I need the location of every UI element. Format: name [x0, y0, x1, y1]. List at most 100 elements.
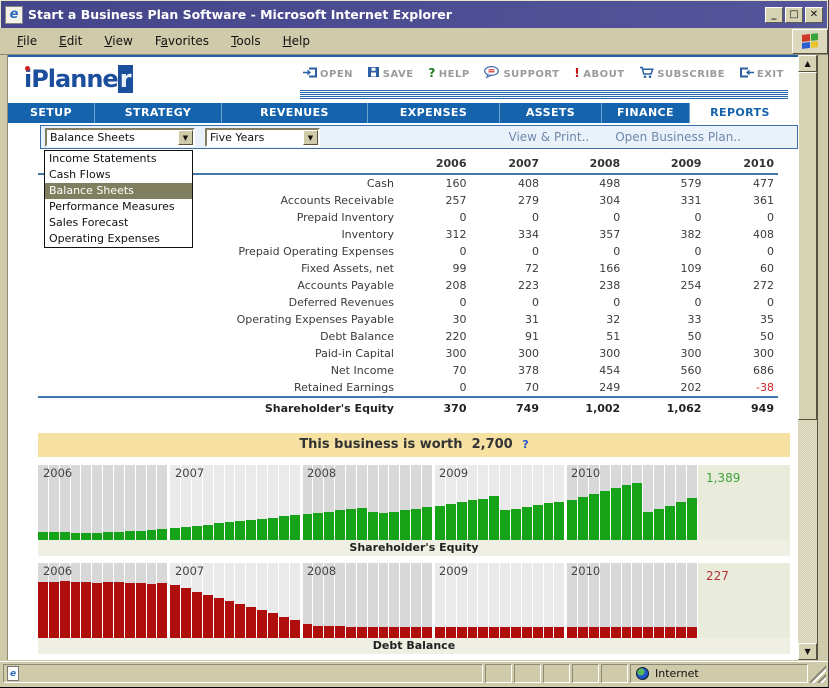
chart-bar-column — [214, 465, 225, 540]
row-value: 477 — [705, 174, 778, 192]
maximize-button[interactable]: □ — [785, 7, 803, 23]
menu-bar: FileEditViewFavoritesToolsHelp — [8, 31, 792, 51]
tab-strategy[interactable]: STRATEGY — [95, 103, 222, 123]
close-button[interactable]: ✕ — [805, 7, 823, 23]
chart-bar-column — [400, 563, 411, 638]
tab-finance[interactable]: FINANCE — [602, 103, 690, 123]
chevron-down-icon[interactable]: ▼ — [303, 130, 318, 145]
tab-reports[interactable]: REPORTS — [690, 103, 790, 123]
row-value: 30 — [398, 311, 471, 328]
row-value: 0 — [705, 294, 778, 311]
chart-bar-column — [622, 465, 633, 540]
row-value: 300 — [705, 345, 778, 362]
help-icon[interactable]: ? — [522, 438, 528, 451]
chart-bar-column — [379, 465, 390, 540]
row-value: 378 — [470, 362, 543, 379]
chart-bar-column — [235, 563, 246, 638]
tab-expenses[interactable]: EXPENSES — [368, 103, 500, 123]
row-label: Retained Earnings — [38, 379, 398, 397]
chart-bar-column — [665, 465, 676, 540]
row-value: 686 — [705, 362, 778, 379]
row-value: 0 — [470, 243, 543, 260]
chart-bar-column — [622, 563, 633, 638]
chart-bar-column — [335, 563, 346, 638]
about-button[interactable]: !ABOUT — [574, 66, 624, 82]
scrollbar-thumb[interactable] — [798, 72, 817, 420]
dropdown-option[interactable]: Balance Sheets — [45, 183, 192, 199]
row-value: -38 — [705, 379, 778, 397]
row-value: 312 — [398, 226, 471, 243]
row-value: 361 — [705, 192, 778, 209]
report-type-select[interactable]: Balance Sheets ▼ — [45, 128, 195, 147]
dropdown-option[interactable]: Income Statements — [45, 151, 192, 167]
menu-edit[interactable]: Edit — [50, 31, 91, 51]
chart-bar-column — [203, 465, 214, 540]
status-message-pane: e — [3, 664, 483, 683]
row-label: Paid-in Capital — [38, 345, 398, 362]
report-dropdown-list: Income StatementsCash FlowsBalance Sheet… — [44, 150, 193, 248]
dropdown-option[interactable]: Sales Forecast — [45, 215, 192, 231]
chart-bar-column — [400, 465, 411, 540]
chevron-down-icon[interactable]: ▼ — [178, 130, 193, 145]
row-value: 357 — [543, 226, 624, 243]
chart-bar-column — [147, 563, 158, 638]
table-row: Retained Earnings070249202-38 — [38, 379, 778, 397]
help-icon: ? — [428, 68, 435, 80]
scroll-up-icon[interactable]: ▲ — [798, 55, 817, 72]
row-value: 72 — [470, 260, 543, 277]
menu-file[interactable]: File — [8, 31, 46, 51]
view-print-link[interactable]: View & Print.. — [509, 130, 590, 144]
chart-bar-column — [522, 563, 533, 638]
window-frame-left — [0, 55, 8, 660]
chart-bar-column — [125, 563, 136, 638]
row-value: 0 — [398, 294, 471, 311]
chart-bar-column — [125, 465, 136, 540]
subscribe-button[interactable]: SUBSCRIBE — [639, 66, 725, 82]
support-button[interactable]: SUPPORT — [484, 66, 559, 82]
chart-bar-column — [511, 465, 522, 540]
row-value: 0 — [624, 243, 705, 260]
dropdown-option[interactable]: Cash Flows — [45, 167, 192, 183]
row-label: Deferred Revenues — [38, 294, 398, 311]
tab-assets[interactable]: ASSETS — [500, 103, 602, 123]
row-value: 0 — [624, 294, 705, 311]
equity-chart: 20062007200820092010 1,389 Shareholder's… — [38, 465, 790, 556]
row-value: 51 — [543, 328, 624, 345]
open-button[interactable]: OPEN — [303, 66, 353, 82]
tab-setup[interactable]: SETUP — [8, 103, 95, 123]
save-button[interactable]: SAVE — [368, 66, 414, 82]
total-value: 949 — [705, 397, 778, 417]
row-label: Accounts Payable — [38, 277, 398, 294]
internet-explorer-icon: e — [5, 6, 23, 24]
chart-bar-column — [654, 563, 665, 638]
dropdown-option[interactable]: Operating Expenses — [45, 231, 192, 247]
vertical-scrollbar[interactable]: ▲ ▼ — [798, 55, 817, 660]
open-business-plan-link[interactable]: Open Business Plan.. — [615, 130, 741, 144]
menu-help[interactable]: Help — [274, 31, 319, 51]
chart-bar-column — [665, 563, 676, 638]
menu-bar-row: FileEditViewFavoritesToolsHelp — [0, 28, 828, 55]
row-value: 99 — [398, 260, 471, 277]
row-value: 202 — [624, 379, 705, 397]
menu-favorites[interactable]: Favorites — [146, 31, 218, 51]
row-value: 50 — [624, 328, 705, 345]
chart-bar-column — [279, 563, 290, 638]
period-select[interactable]: Five Years ▼ — [205, 128, 320, 147]
status-pane — [514, 664, 541, 683]
chart-bar-column — [81, 465, 92, 540]
menu-view[interactable]: View — [95, 31, 141, 51]
minimize-button[interactable]: _ — [765, 7, 783, 23]
scroll-down-icon[interactable]: ▼ — [798, 643, 817, 660]
tab-bar: SETUPSTRATEGYREVENUESEXPENSESASSETSFINAN… — [8, 103, 790, 123]
dropdown-option[interactable]: Performance Measures — [45, 199, 192, 215]
menu-tools[interactable]: Tools — [222, 31, 270, 51]
help-button[interactable]: ?HELP — [428, 66, 469, 82]
row-value: 50 — [705, 328, 778, 345]
tab-revenues[interactable]: REVENUES — [222, 103, 368, 123]
chart-bar-column — [246, 465, 257, 540]
chart-year-label: 2007 — [175, 564, 204, 578]
chart-bar-column — [214, 563, 225, 638]
year-column-header: 2010 — [705, 155, 778, 174]
exit-button[interactable]: EXIT — [740, 66, 784, 82]
resize-grip[interactable] — [810, 664, 826, 683]
